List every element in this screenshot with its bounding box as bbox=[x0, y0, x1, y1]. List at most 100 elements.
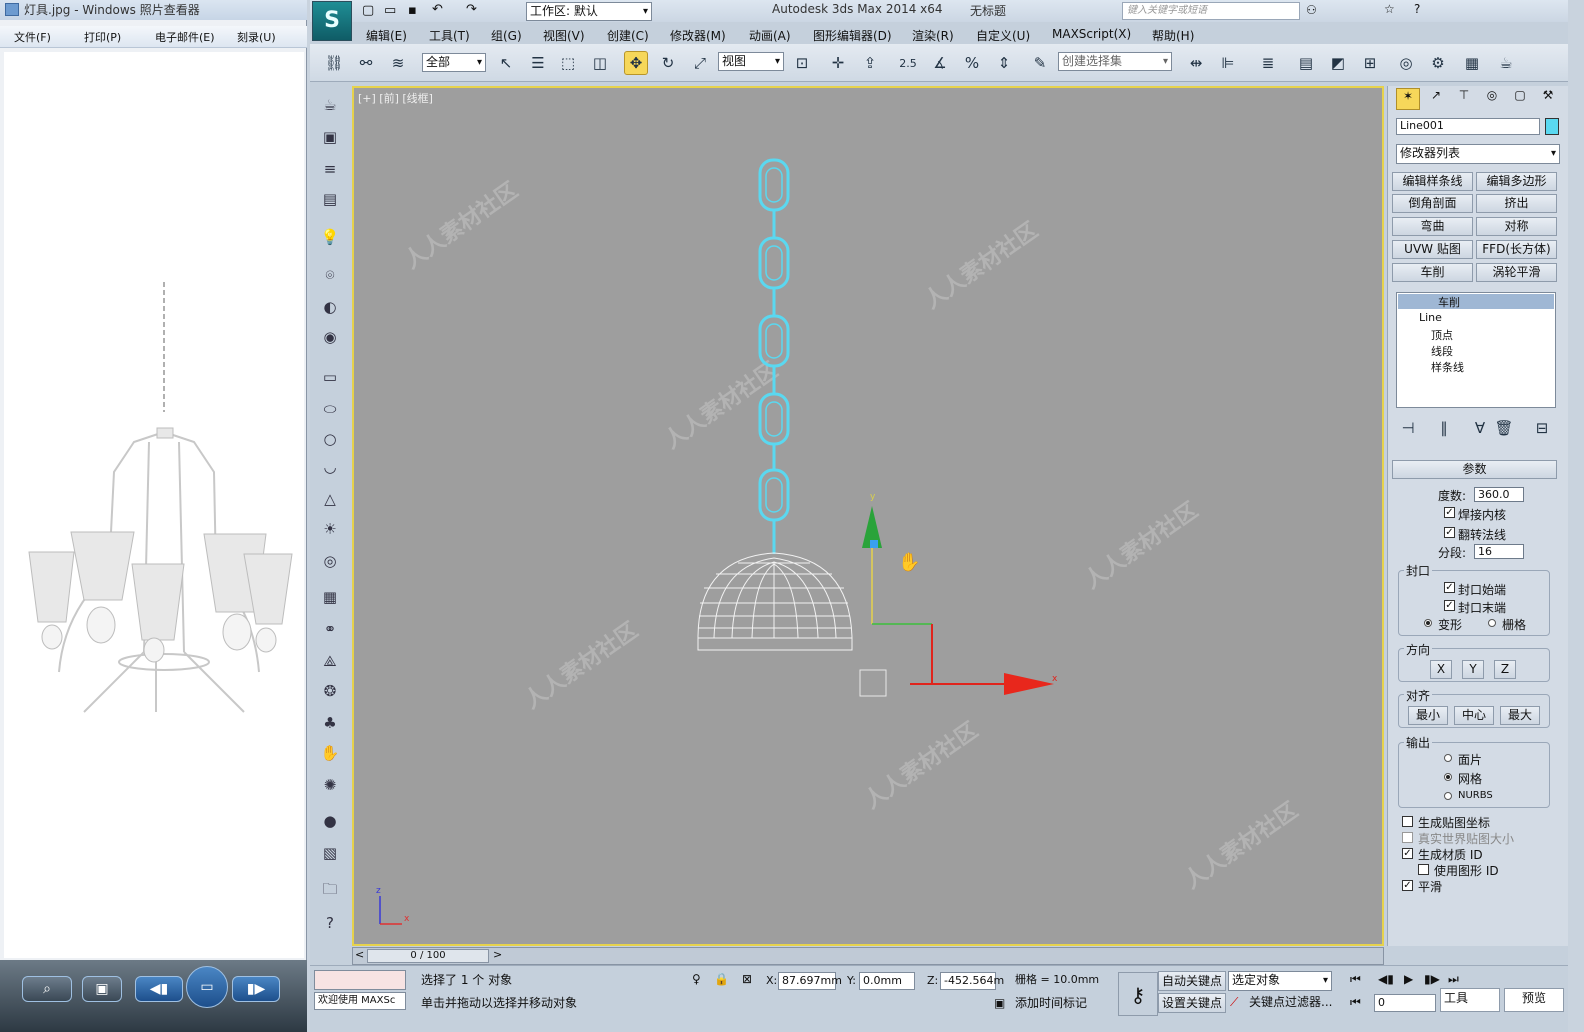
search-input[interactable]: 键入关键字或短语 bbox=[1122, 2, 1300, 20]
mirror-icon[interactable]: ⇹ bbox=[1184, 51, 1208, 75]
key-filters-button[interactable]: 关键点过滤器... bbox=[1246, 993, 1335, 1013]
previous-button[interactable]: ◀▮ bbox=[135, 976, 183, 1002]
motion-tab-icon[interactable]: ◎ bbox=[1480, 88, 1504, 110]
add-time-tag[interactable]: 添加时间标记 bbox=[1012, 995, 1110, 1013]
play-icon[interactable]: ▶ bbox=[1404, 972, 1413, 986]
selection-filter-dropdown[interactable]: 全部 bbox=[422, 53, 486, 72]
disc-icon[interactable]: ◎ bbox=[319, 550, 341, 572]
gen-map-coords-checkbox[interactable] bbox=[1402, 816, 1413, 827]
segments-spinner[interactable]: 16 bbox=[1474, 544, 1524, 559]
turbosmooth-button[interactable]: 涡轮平滑 bbox=[1476, 263, 1557, 282]
folder-icon[interactable]: 🗀 bbox=[319, 880, 341, 902]
menu-modifiers[interactable]: 修改器(M) bbox=[670, 27, 726, 44]
real-world-size-checkbox[interactable] bbox=[1402, 832, 1413, 843]
star-icon[interactable]: ☆ bbox=[1384, 2, 1395, 16]
yarn-icon[interactable]: ✺ bbox=[319, 774, 341, 796]
menu-tools[interactable]: 工具(T) bbox=[429, 27, 470, 44]
stack-item-lathe[interactable]: 车削 bbox=[1398, 294, 1554, 309]
actual-size-button[interactable]: ▣ bbox=[82, 976, 122, 1002]
reference-coord-dropdown[interactable]: 视图 bbox=[718, 52, 784, 71]
preview-tab[interactable]: 预览 bbox=[1504, 988, 1564, 1012]
hand-icon[interactable]: ✋ bbox=[319, 742, 341, 764]
menu-burn[interactable]: 刻录(U) bbox=[237, 29, 276, 45]
nurbs-radio[interactable] bbox=[1444, 792, 1452, 800]
align-icon[interactable]: ⊫ bbox=[1216, 51, 1240, 75]
next-frame-icon[interactable]: ▮▶ bbox=[1424, 972, 1440, 986]
align-center-button[interactable]: 中心 bbox=[1454, 706, 1494, 725]
current-frame-field[interactable]: 0 bbox=[1374, 994, 1436, 1012]
workspace-dropdown[interactable]: 工作区: 默认 bbox=[526, 2, 652, 21]
weld-core-checkbox[interactable]: ✓ bbox=[1444, 507, 1455, 518]
stack-sub-vertex[interactable]: 顶点 bbox=[1431, 327, 1453, 343]
schematic-view-icon[interactable]: ⊞ bbox=[1358, 51, 1382, 75]
y-coord-field[interactable]: 0.0mm bbox=[859, 972, 915, 990]
layout-icon[interactable]: ▧ bbox=[319, 842, 341, 864]
render-teapot-icon[interactable]: ☕ bbox=[1494, 51, 1518, 75]
edit-spline-button[interactable]: 编辑样条线 bbox=[1392, 172, 1473, 191]
tools-tab[interactable]: 工具 bbox=[1440, 988, 1500, 1012]
sphere-icon[interactable]: ● bbox=[319, 810, 341, 832]
degrees-spinner[interactable]: 360.0 bbox=[1474, 487, 1524, 502]
bevel-profile-button[interactable]: 倒角剖面 bbox=[1392, 194, 1473, 213]
bend-button[interactable]: 弯曲 bbox=[1392, 217, 1473, 236]
sun-icon[interactable]: ☀ bbox=[319, 518, 341, 540]
gen-material-ids-checkbox[interactable]: ✓ bbox=[1402, 848, 1413, 859]
bind-spacewarp-icon[interactable]: ≋ bbox=[386, 51, 410, 75]
menu-views[interactable]: 视图(V) bbox=[543, 27, 585, 44]
cone-icon[interactable]: △ bbox=[319, 488, 341, 510]
geosphere-icon[interactable]: ❂ bbox=[319, 680, 341, 702]
key-mode-icon[interactable]: ⏮ bbox=[1350, 995, 1361, 1010]
pivot-icon[interactable]: ⊡ bbox=[790, 51, 814, 75]
flip-normals-checkbox[interactable]: ✓ bbox=[1444, 527, 1455, 538]
edit-named-sets-icon[interactable]: ✎ bbox=[1028, 51, 1052, 75]
render-icon[interactable]: ▣ bbox=[319, 126, 341, 148]
time-slider[interactable]: < 0 / 100 > bbox=[352, 947, 1384, 965]
sphere-half-icon[interactable]: ◐ bbox=[319, 296, 341, 318]
select-scale-icon[interactable]: ⤢ bbox=[688, 51, 712, 75]
new-file-icon[interactable]: ▢ bbox=[362, 3, 374, 18]
set-key-button[interactable]: 设置关键点 bbox=[1158, 993, 1227, 1013]
morph-radio[interactable] bbox=[1424, 619, 1432, 627]
table-icon[interactable]: ▤ bbox=[319, 188, 341, 210]
time-prev-icon[interactable]: < bbox=[355, 948, 364, 961]
prev-frame-icon[interactable]: ◀▮ bbox=[1378, 972, 1394, 986]
light-bulb-icon[interactable]: 💡 bbox=[319, 226, 341, 248]
menu-animation[interactable]: 动画(A) bbox=[749, 27, 791, 44]
stack-sub-segment[interactable]: 线段 bbox=[1431, 343, 1453, 359]
cap-end-checkbox[interactable]: ✓ bbox=[1444, 600, 1455, 611]
select-rotate-icon[interactable]: ↻ bbox=[656, 51, 680, 75]
help-icon[interactable]: ? bbox=[1414, 2, 1420, 16]
direction-y-button[interactable]: Y bbox=[1462, 660, 1484, 679]
box-icon[interactable]: ▭ bbox=[319, 366, 341, 388]
menu-group[interactable]: 组(G) bbox=[491, 27, 522, 44]
align-min-button[interactable]: 最小 bbox=[1408, 706, 1448, 725]
utilities-tab-icon[interactable]: ⚒ bbox=[1536, 88, 1560, 110]
menu-edit[interactable]: 编辑(E) bbox=[366, 27, 407, 44]
time-tag-icon[interactable]: ▣ bbox=[994, 996, 1005, 1010]
select-by-name-icon[interactable]: ☰ bbox=[526, 51, 550, 75]
rect-selection-icon[interactable]: ⬚ bbox=[556, 51, 580, 75]
smooth-checkbox[interactable]: ✓ bbox=[1402, 880, 1413, 891]
next-button[interactable]: ▮▶ bbox=[232, 976, 280, 1002]
lock-selection-icon[interactable]: 🔒 bbox=[714, 972, 729, 986]
remove-modifier-icon[interactable]: 🗑 bbox=[1492, 416, 1516, 440]
help-circle-icon[interactable]: ? bbox=[319, 912, 341, 934]
molecule-icon[interactable]: ⚭ bbox=[319, 618, 341, 640]
direction-x-button[interactable]: X bbox=[1430, 660, 1452, 679]
window-crossing-icon[interactable]: ◫ bbox=[588, 51, 612, 75]
circle-icon[interactable]: ○ bbox=[319, 428, 341, 450]
menu-maxscript[interactable]: MAXScript(X) bbox=[1052, 27, 1131, 41]
auto-key-button[interactable]: 自动关键点 bbox=[1158, 971, 1227, 991]
link-icon[interactable]: ⛓ bbox=[322, 51, 346, 75]
angle-snap-icon[interactable]: ∡ bbox=[928, 51, 952, 75]
graphite-ribbon-icon[interactable]: ▤ bbox=[1294, 51, 1318, 75]
snap-toggle[interactable]: 2.5 bbox=[896, 51, 920, 75]
make-unique-icon[interactable]: ∀ bbox=[1468, 416, 1492, 440]
pyramid-icon[interactable]: ⟁ bbox=[319, 650, 341, 672]
select-object-icon[interactable]: ↖ bbox=[494, 51, 518, 75]
percent-snap-icon[interactable]: % bbox=[960, 51, 984, 75]
isolate-icon[interactable]: ♀ bbox=[692, 972, 701, 986]
ffd-box-button[interactable]: FFD(长方体) bbox=[1476, 240, 1557, 259]
grid-radio[interactable] bbox=[1488, 619, 1496, 627]
pin-stack-icon[interactable]: ⊣ bbox=[1396, 416, 1420, 440]
